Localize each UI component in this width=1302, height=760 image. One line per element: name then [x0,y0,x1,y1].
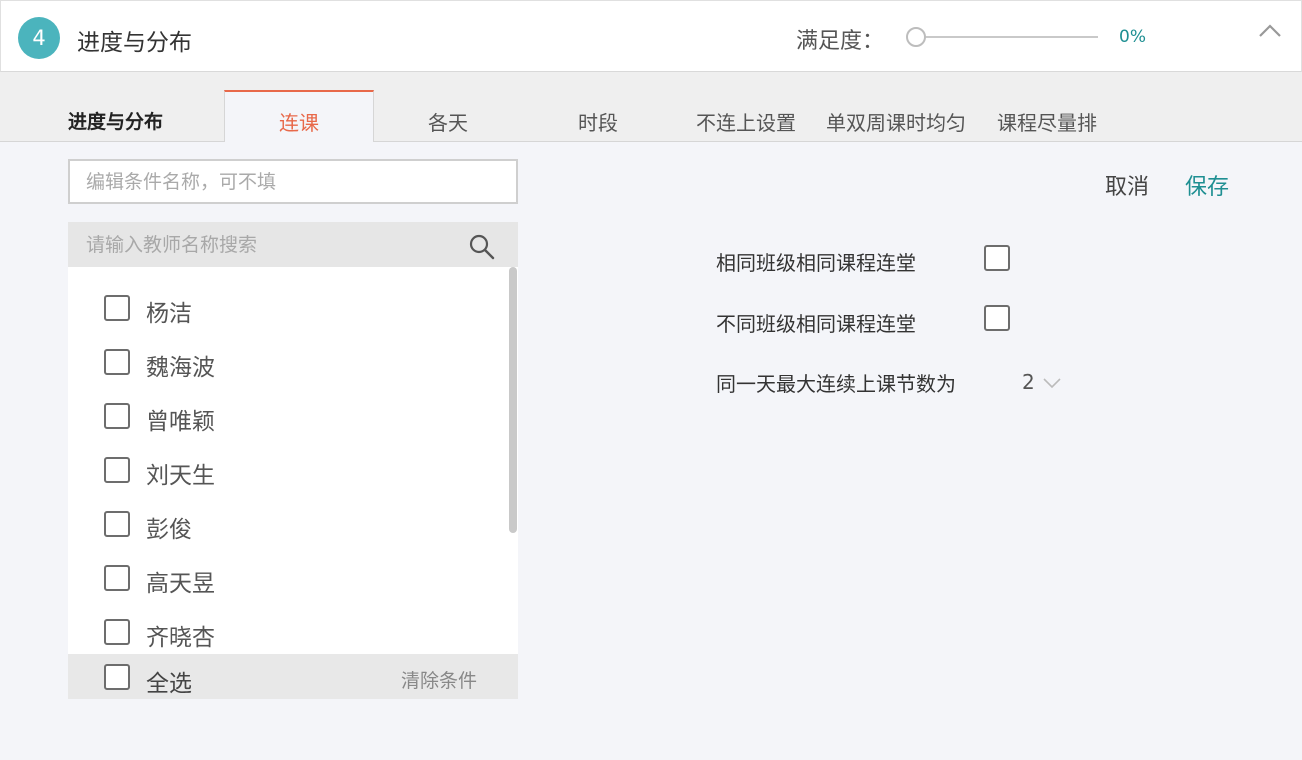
teacher-list-scrollbar[interactable] [509,267,517,533]
chevron-up-icon[interactable] [1257,21,1283,41]
tabs-heading: 进度与分布 [68,111,164,133]
teacher-checkbox[interactable] [104,511,130,537]
diff-class-checkbox[interactable] [984,305,1010,331]
list-item[interactable]: 魏海波 [68,321,508,381]
list-item[interactable]: 高天昱 [68,537,508,597]
teacher-list: 杨洁 魏海波 曾唯颖 刘天生 彭俊 高天昱 齐晓杏 [68,267,518,654]
same-class-checkbox[interactable] [984,245,1010,271]
slider-track [916,36,1098,38]
cancel-button[interactable]: 取消 [1105,169,1149,201]
teacher-checkbox[interactable] [104,349,130,375]
teacher-list-footer: 全选 清除条件 [68,654,518,699]
teacher-checkbox[interactable] [104,403,130,429]
list-item[interactable]: 刘天生 [68,429,508,489]
search-icon[interactable] [468,233,496,261]
step-badge: 4 [18,17,60,59]
select-all-checkbox[interactable] [104,664,130,690]
same-class-label: 相同班级相同课程连堂 [716,251,916,275]
list-item[interactable]: 彭俊 [68,483,508,543]
condition-tabs: 进度与分布 连课 各天 时段 不连上设置 单双周课时均匀 课程尽量排 [0,72,1302,142]
tab-shi-duan[interactable]: 时段 [578,107,618,136]
teacher-checkbox[interactable] [104,619,130,645]
satisfaction-slider[interactable] [906,27,1098,47]
save-button[interactable]: 保存 [1185,169,1229,201]
teacher-search-input[interactable] [68,222,468,267]
teacher-checkbox[interactable] [104,295,130,321]
max-consecutive-label: 同一天最大连续上课节数为 [716,372,956,396]
diff-class-label: 不同班级相同课程连堂 [716,312,916,336]
select-all-label[interactable]: 全选 [146,664,192,698]
tab-label: 连课 [279,111,319,135]
chevron-down-icon[interactable] [1042,376,1062,390]
teacher-checkbox[interactable] [104,565,130,591]
section-title: 进度与分布 [77,30,192,56]
teacher-checkbox[interactable] [104,457,130,483]
section-header: 4 进度与分布 满足度： 0% [0,0,1302,72]
tab-jin-liang-pai[interactable]: 课程尽量排 [997,107,1097,136]
condition-name-input[interactable] [68,159,518,204]
slider-thumb[interactable] [906,27,926,47]
clear-conditions-button[interactable]: 清除条件 [401,666,477,693]
max-consecutive-select[interactable]: 2 [1022,370,1035,394]
list-item[interactable]: 曾唯颖 [68,375,508,435]
tab-bu-lian-shang[interactable]: 不连上设置 [696,107,796,136]
satisfaction-label: 满足度： [796,29,885,54]
tab-ge-tian[interactable]: 各天 [428,107,468,136]
tab-dan-shuang-zhou[interactable]: 单双周课时均匀 [826,107,966,136]
teacher-name: 齐晓杏 [146,625,215,651]
satisfaction-value: 0% [1119,27,1146,47]
tab-lian-ke[interactable]: 连课 [224,90,374,142]
list-item[interactable]: 杨洁 [68,267,508,327]
list-item[interactable]: 齐晓杏 [68,591,508,651]
teacher-search-bar [68,222,518,267]
